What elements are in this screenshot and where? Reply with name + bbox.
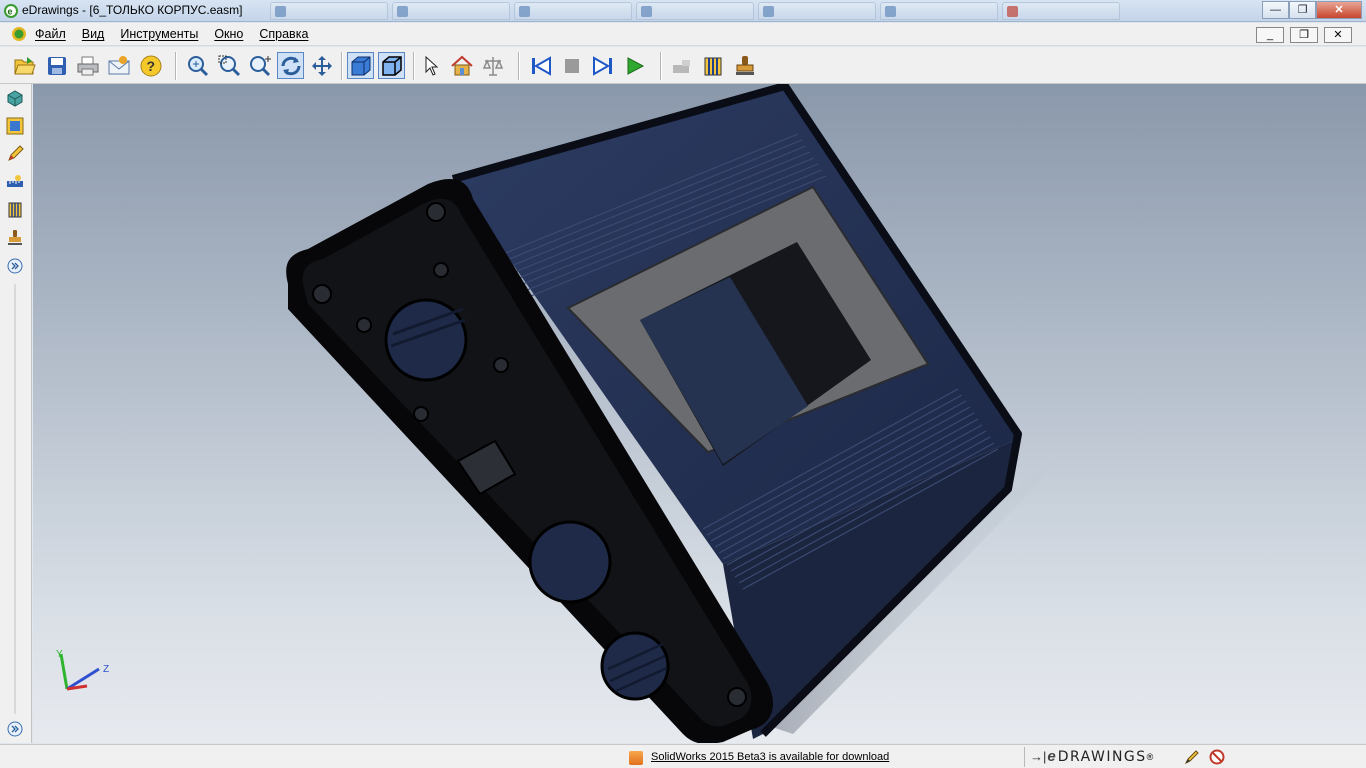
- window-maximize-button[interactable]: ❐: [1289, 1, 1316, 19]
- svg-text:?: ?: [146, 58, 155, 74]
- background-window-tab: [270, 2, 388, 20]
- triad-z-label: Z: [103, 664, 110, 675]
- title-bar[interactable]: e eDrawings - [6_ТОЛЬКО КОРПУС.easm] — ❐…: [0, 0, 1366, 22]
- stamp-tool-icon[interactable]: [5, 228, 25, 248]
- update-notification-link[interactable]: SolidWorks 2015 Beta3 is available for d…: [651, 751, 889, 763]
- stop-icon[interactable]: [558, 52, 585, 79]
- edrawings-logo: →| e DRAWINGS ®: [1030, 748, 1153, 765]
- section-tool-icon[interactable]: [5, 200, 25, 220]
- components-icon[interactable]: [5, 88, 25, 108]
- home-view-icon[interactable]: [448, 52, 475, 79]
- background-window-tab: [758, 2, 876, 20]
- markup-icon[interactable]: [5, 144, 25, 164]
- document-restore-button[interactable]: ❐: [1290, 27, 1318, 43]
- main-toolbar: ?: [0, 47, 1366, 84]
- next-frame-icon[interactable]: [589, 52, 616, 79]
- background-window-tab: [392, 2, 510, 20]
- zoom-to-area-icon[interactable]: [215, 52, 242, 79]
- menu-view[interactable]: Вид: [82, 27, 105, 41]
- background-window-tab: [636, 2, 754, 20]
- menu-window[interactable]: Окно: [214, 27, 243, 41]
- 3d-viewport[interactable]: Y Z: [33, 84, 1366, 743]
- shaded-view-icon[interactable]: [347, 52, 374, 79]
- open-icon[interactable]: [11, 52, 38, 79]
- menu-bar: Файл Вид Инструменты Окно Справка _ ❐ ✕: [0, 23, 1366, 46]
- triad-y-label: Y: [56, 649, 63, 660]
- measure-icon[interactable]: [479, 52, 506, 79]
- first-frame-icon[interactable]: [527, 52, 554, 79]
- expand-panel-icon[interactable]: [5, 256, 25, 276]
- document-close-button[interactable]: ✕: [1324, 27, 1352, 43]
- no-markup-icon[interactable]: [1208, 749, 1226, 765]
- rss-icon[interactable]: [629, 751, 643, 765]
- menu-file[interactable]: Файл: [35, 27, 66, 41]
- background-window-tab: [1002, 2, 1120, 20]
- section-icon[interactable]: [699, 52, 726, 79]
- expand-panel-bottom-icon[interactable]: [5, 719, 25, 739]
- menu-help[interactable]: Справка: [259, 27, 308, 41]
- brand-name: DRAWINGS: [1057, 748, 1147, 765]
- status-divider: [1024, 747, 1025, 767]
- brand-registered: ®: [1146, 751, 1154, 762]
- svg-text:e: e: [8, 7, 13, 17]
- help-icon[interactable]: ?: [137, 52, 164, 79]
- status-bar: SolidWorks 2015 Beta3 is available for d…: [0, 744, 1366, 768]
- background-window-tab: [514, 2, 632, 20]
- brand-e: e: [1047, 748, 1056, 765]
- background-window-tab: [880, 2, 998, 20]
- rotate-icon[interactable]: [277, 52, 304, 79]
- left-panel: [0, 84, 32, 743]
- brand-arrow: →|: [1030, 749, 1047, 764]
- pan-icon[interactable]: [308, 52, 335, 79]
- document-icon[interactable]: [11, 26, 27, 42]
- taskbar-thumbnails: [270, 2, 1120, 20]
- window-close-button[interactable]: ✕: [1316, 1, 1362, 19]
- stamp-icon[interactable]: [731, 52, 758, 79]
- window-minimize-button[interactable]: —: [1262, 1, 1289, 19]
- print-icon[interactable]: [74, 52, 101, 79]
- panel-divider: [14, 284, 16, 714]
- enclosure-model[interactable]: [33, 84, 1366, 743]
- document-minimize-button[interactable]: _: [1256, 27, 1284, 43]
- send-icon[interactable]: [105, 52, 132, 79]
- configurations-icon[interactable]: [5, 116, 25, 136]
- zoom-to-fit-icon[interactable]: [184, 52, 211, 79]
- menu-tools[interactable]: Инструменты: [120, 27, 198, 41]
- select-icon[interactable]: [417, 52, 444, 79]
- save-icon[interactable]: [43, 52, 70, 79]
- window-title: eDrawings - [6_ТОЛЬКО КОРПУС.easm]: [22, 3, 243, 17]
- play-icon[interactable]: [621, 52, 648, 79]
- shaded-with-edges-icon[interactable]: [378, 52, 405, 79]
- markup-pencil-icon[interactable]: [1183, 749, 1201, 765]
- measure-tool-icon[interactable]: [5, 172, 25, 192]
- zoom-in-out-icon[interactable]: [246, 52, 273, 79]
- move-component-icon[interactable]: [668, 52, 695, 79]
- edrawings-icon: e: [4, 4, 18, 18]
